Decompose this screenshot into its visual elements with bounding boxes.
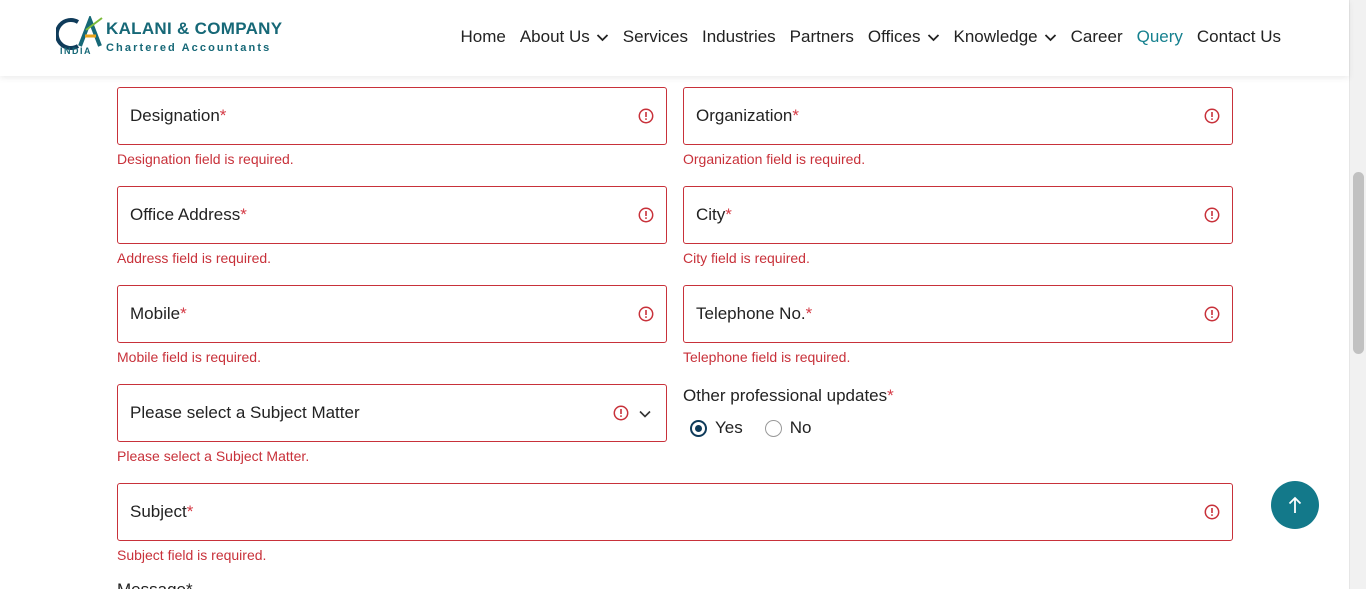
city-label-text: City	[696, 205, 726, 224]
arrow-up-icon	[1288, 496, 1302, 513]
designation-label: Designation*	[130, 106, 226, 126]
exclamation-circle-icon	[1204, 108, 1220, 124]
updates-no-radio[interactable]: No	[764, 418, 812, 438]
mobile-label: Mobile*	[130, 304, 187, 324]
required-mark: *	[805, 304, 813, 323]
chevron-down-icon	[927, 33, 939, 41]
nav-services-label: Services	[622, 27, 688, 46]
subject-label: Subject*	[130, 502, 193, 522]
exclamation-circle-icon	[613, 405, 629, 421]
city-label: City*	[696, 205, 732, 225]
updates-label: Other professional updates*	[683, 386, 894, 406]
mobile-error: Mobile field is required.	[117, 349, 261, 365]
logo-subtitle: Chartered Accountants	[106, 42, 272, 54]
exclamation-circle-icon	[638, 108, 654, 124]
required-mark: *	[887, 386, 894, 405]
company-logo[interactable]: INDIA KALANI & COMPANY Chartered Account…	[56, 16, 296, 60]
chevron-down-icon	[1044, 33, 1056, 41]
office-address-field[interactable]: Office Address*	[117, 186, 667, 244]
subject-matter-selected: Please select a Subject Matter	[130, 403, 360, 422]
chevron-down-icon	[596, 33, 608, 41]
nav-contact-us-label: Contact Us	[1196, 27, 1281, 46]
organization-field[interactable]: Organization*	[683, 87, 1233, 145]
telephone-label: Telephone No.*	[696, 304, 812, 324]
nav-career-label: Career	[1070, 27, 1123, 46]
updates-yes-radio[interactable]: Yes	[690, 418, 743, 438]
required-mark: *	[725, 205, 732, 224]
subject-label-text: Subject	[130, 502, 187, 521]
nav-industries-label: Industries	[701, 27, 776, 46]
organization-label-text: Organization	[696, 106, 793, 125]
message-label-partial: Message*	[117, 580, 193, 589]
subject-matter-error: Please select a Subject Matter.	[117, 448, 310, 464]
city-field[interactable]: City*	[683, 186, 1233, 244]
updates-label-text: Other professional updates	[683, 386, 888, 405]
telephone-error: Telephone field is required.	[683, 349, 851, 365]
chevron-down-icon	[639, 410, 651, 418]
scrollbar-thumb[interactable]	[1353, 172, 1364, 354]
updates-no-label: No	[789, 418, 812, 437]
subject-field[interactable]: Subject*	[117, 483, 1233, 541]
radio-unchecked-icon[interactable]	[764, 419, 782, 437]
required-mark: *	[792, 106, 800, 125]
exclamation-circle-icon	[1204, 504, 1220, 520]
page-scrollbar[interactable]	[1349, 0, 1366, 589]
subject-matter-select[interactable]: Please select a Subject Matter	[117, 384, 667, 442]
nav-services[interactable]: Services	[616, 27, 695, 47]
telephone-label-text: Telephone No.	[696, 304, 806, 323]
exclamation-circle-icon	[638, 306, 654, 322]
nav-knowledge[interactable]: Knowledge	[947, 27, 1064, 47]
nav-career[interactable]: Career	[1064, 27, 1130, 47]
city-error: City field is required.	[683, 250, 810, 266]
nav-partners-label: Partners	[789, 27, 854, 46]
required-mark: *	[186, 502, 194, 521]
site-header: INDIA KALANI & COMPANY Chartered Account…	[0, 0, 1349, 76]
nav-partners[interactable]: Partners	[783, 27, 861, 47]
logo-company-name: KALANI & COMPANY	[106, 19, 283, 38]
subject-error: Subject field is required.	[117, 547, 267, 563]
nav-offices-label: Offices	[867, 27, 921, 46]
designation-error: Designation field is required.	[117, 151, 294, 167]
nav-industries[interactable]: Industries	[695, 27, 783, 47]
main-nav: Home About Us Services Industries Partne…	[453, 25, 1288, 49]
nav-knowledge-label: Knowledge	[953, 27, 1038, 46]
office-address-label-text: Office Address	[130, 205, 241, 224]
nav-query-label: Query	[1136, 27, 1183, 46]
nav-query[interactable]: Query	[1130, 27, 1190, 47]
telephone-field[interactable]: Telephone No.*	[683, 285, 1233, 343]
organization-error: Organization field is required.	[683, 151, 866, 167]
office-address-error: Address field is required.	[117, 250, 272, 266]
exclamation-circle-icon	[1204, 207, 1220, 223]
mobile-field[interactable]: Mobile*	[117, 285, 667, 343]
required-mark: *	[240, 205, 247, 224]
designation-label-text: Designation	[130, 106, 220, 125]
logo-india-text: INDIA	[60, 46, 92, 56]
designation-field[interactable]: Designation*	[117, 87, 667, 145]
exclamation-circle-icon	[1204, 306, 1220, 322]
back-to-top-button[interactable]	[1271, 481, 1319, 529]
nav-home-label: Home	[460, 27, 506, 46]
nav-contact-us[interactable]: Contact Us	[1190, 27, 1288, 47]
updates-radio-group: Yes No	[690, 418, 823, 438]
nav-about-us[interactable]: About Us	[513, 27, 616, 47]
nav-about-us-label: About Us	[519, 27, 590, 46]
mobile-label-text: Mobile	[130, 304, 181, 323]
radio-checked-icon[interactable]	[690, 419, 707, 437]
updates-yes-label: Yes	[715, 418, 743, 437]
required-mark: *	[219, 106, 227, 125]
exclamation-circle-icon	[638, 207, 654, 223]
office-address-label: Office Address*	[130, 205, 247, 225]
nav-offices[interactable]: Offices	[861, 27, 947, 47]
required-mark: *	[180, 304, 187, 323]
organization-label: Organization*	[696, 106, 799, 126]
nav-home[interactable]: Home	[453, 27, 512, 47]
